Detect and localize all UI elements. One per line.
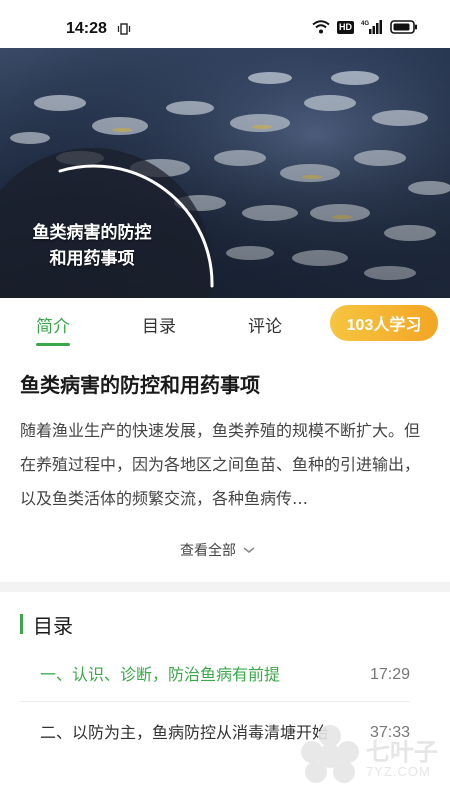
- cover-title-line1: 鱼类病害的防控: [32, 223, 152, 243]
- course-description: 随着渔业生产的快速发展，鱼类养殖的规模不断扩大。但在养殖过程中，因为各地区之间鱼…: [20, 421, 421, 508]
- hd-icon: HD: [337, 20, 354, 34]
- lesson-title: 一、认识、诊断，防治鱼病有前提: [40, 665, 281, 684]
- view-all-label: 查看全部: [180, 543, 236, 559]
- cover-title-line2: 和用药事项: [49, 249, 135, 269]
- course-cover-image: 鱼类病害的防控 和用药事项: [0, 48, 450, 298]
- wifi-icon: [312, 20, 330, 34]
- catalog-heading-accent: [20, 614, 23, 634]
- watermark-domain: 7YZ.COM: [366, 764, 431, 779]
- leaf-logo-icon: [301, 725, 359, 783]
- cover-title: 鱼类病害的防控 和用药事项: [12, 220, 172, 272]
- watermark-logo: 七叶子 7YZ.COM: [298, 718, 448, 796]
- status-time: 14:28: [66, 20, 107, 37]
- network-label: 4G: [361, 21, 369, 27]
- lesson-divider: [20, 701, 410, 702]
- battery-icon: [390, 20, 417, 34]
- watermark-brand: 七叶子: [366, 739, 438, 766]
- vibrate-icon: [117, 23, 131, 35]
- chevron-down-icon: [243, 547, 255, 553]
- tab-comments[interactable]: 评论: [248, 312, 282, 337]
- course-title: 鱼类病害的防控和用药事项: [20, 373, 260, 397]
- view-all-button[interactable]: 查看全部: [180, 540, 256, 560]
- tab-intro[interactable]: 简介: [36, 312, 70, 337]
- catalog-heading: 目录: [33, 614, 73, 638]
- active-tab-indicator: [36, 343, 70, 346]
- section-divider: [0, 582, 450, 592]
- signal-4g-icon: 4G: [361, 20, 382, 34]
- lesson-duration: 17:29: [369, 666, 410, 683]
- tab-catalog[interactable]: 目录: [142, 312, 176, 337]
- status-bar: 14:28 HD 4G: [0, 0, 450, 48]
- learners-count-badge[interactable]: 103人学习: [330, 305, 438, 341]
